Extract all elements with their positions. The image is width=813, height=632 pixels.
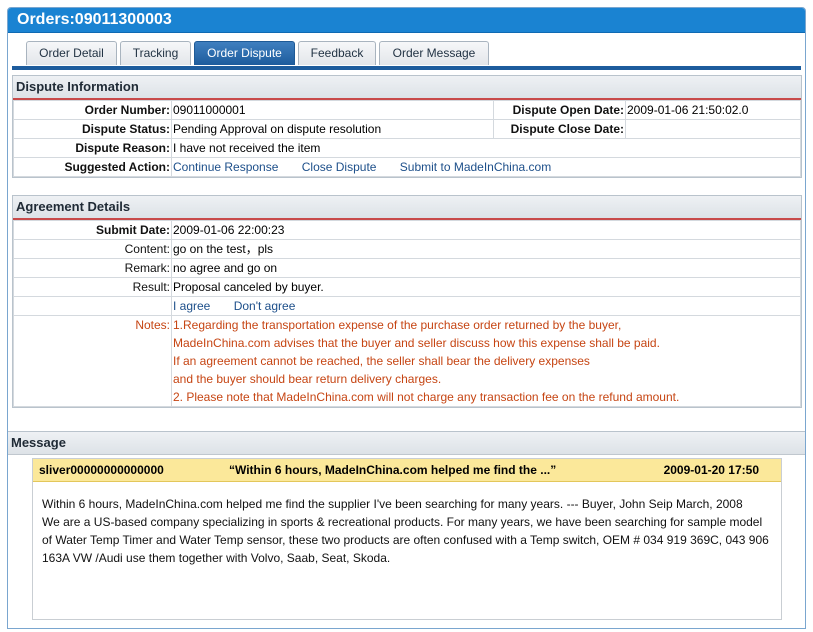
message-panel: Message sliver00000000000000 “Within 6 h… (8, 431, 805, 632)
dispute-reason-label: Dispute Reason: (13, 138, 172, 158)
continue-response-link[interactable]: Continue Response (173, 160, 278, 174)
dispute-information-heading: Dispute Information (13, 76, 801, 100)
message-sender: sliver00000000000000 (39, 463, 164, 477)
table-row: Content: go on the test，pls (13, 239, 801, 259)
table-row: Result: Proposal canceled by buyer. (13, 277, 801, 297)
remark-value: no agree and go on (171, 258, 801, 278)
dispute-open-date-value: 2009-01-06 21:50:02.0 (625, 100, 801, 120)
orders-window: Orders:09011300003 Order Detail Tracking… (7, 7, 806, 629)
table-row: Order Number: 09011000001 Dispute Open D… (13, 100, 801, 120)
table-row: I agree Don't agree (13, 296, 801, 316)
tab-feedback[interactable]: Feedback (298, 41, 376, 65)
dispute-reason-value: I have not received the item (171, 138, 801, 158)
result-label: Result: (13, 277, 172, 297)
dispute-close-date-label: Dispute Close Date: (493, 119, 626, 139)
table-row: Suggested Action: Continue Response Clos… (13, 157, 801, 177)
dispute-table: Order Number: 09011000001 Dispute Open D… (13, 100, 801, 177)
remark-label: Remark: (13, 258, 172, 278)
message-item: sliver00000000000000 “Within 6 hours, Ma… (32, 458, 782, 620)
table-row: Dispute Reason: I have not received the … (13, 138, 801, 158)
note-line: and the buyer should bear return deliver… (173, 372, 442, 386)
message-paragraph: Within 6 hours, MadeInChina.com helped m… (42, 497, 743, 511)
agreement-table: Submit Date: 2009-01-06 22:00:23 Content… (13, 220, 801, 407)
i-agree-link[interactable]: I agree (173, 299, 210, 313)
message-body: Within 6 hours, MadeInChina.com helped m… (33, 482, 781, 567)
dispute-information-panel: Dispute Information Order Number: 090110… (12, 75, 802, 178)
tab-tracking[interactable]: Tracking (120, 41, 191, 65)
message-heading: Message (8, 432, 805, 455)
tab-order-message[interactable]: Order Message (379, 41, 489, 65)
message-subject: “Within 6 hours, MadeInChina.com helped … (229, 463, 557, 477)
agreement-details-heading: Agreement Details (13, 196, 801, 220)
submit-to-madeinchina-link[interactable]: Submit to MadeInChina.com (400, 160, 551, 174)
page-title: Orders:09011300003 (8, 8, 805, 33)
submit-date-label: Submit Date: (13, 220, 172, 240)
dispute-status-value: Pending Approval on dispute resolution (171, 119, 494, 139)
note-line: MadeInChina.com advises that the buyer a… (173, 336, 660, 350)
tab-bar: Order Detail Tracking Order Dispute Feed… (26, 41, 492, 66)
dispute-close-date-value (625, 119, 801, 139)
empty-cell (13, 296, 172, 316)
tab-underline (12, 66, 801, 70)
content-value: go on the test，pls (171, 239, 801, 259)
agreement-actions: I agree Don't agree (171, 296, 801, 316)
order-number-value: 09011000001 (171, 100, 494, 120)
tab-order-dispute[interactable]: Order Dispute (194, 41, 295, 65)
message-header-bar: sliver00000000000000 “Within 6 hours, Ma… (33, 459, 781, 482)
tab-order-detail[interactable]: Order Detail (26, 41, 117, 65)
notes-value: 1.Regarding the transportation expense o… (171, 315, 801, 407)
note-line: If an agreement cannot be reached, the s… (173, 354, 590, 368)
dispute-open-date-label: Dispute Open Date: (493, 100, 626, 120)
suggested-actions: Continue Response Close Dispute Submit t… (171, 157, 801, 177)
message-date: 2009-01-20 17:50 (663, 463, 759, 477)
note-line: 2. Please note that MadeInChina.com will… (173, 390, 680, 404)
note-line: 1.Regarding the transportation expense o… (173, 318, 622, 332)
table-row: Submit Date: 2009-01-06 22:00:23 (13, 220, 801, 240)
close-dispute-link[interactable]: Close Dispute (302, 160, 377, 174)
suggested-action-label: Suggested Action: (13, 157, 172, 177)
submit-date-value: 2009-01-06 22:00:23 (171, 220, 801, 240)
message-paragraph: We are a US-based company specializing i… (42, 515, 769, 565)
content-label: Content: (13, 239, 172, 259)
order-number-label: Order Number: (13, 100, 172, 120)
table-row: Dispute Status: Pending Approval on disp… (13, 119, 801, 139)
dont-agree-link[interactable]: Don't agree (234, 299, 296, 313)
dispute-status-label: Dispute Status: (13, 119, 172, 139)
notes-label: Notes: (13, 315, 172, 407)
agreement-details-panel: Agreement Details Submit Date: 2009-01-0… (12, 195, 802, 408)
table-row: Notes: 1.Regarding the transportation ex… (13, 315, 801, 407)
table-row: Remark: no agree and go on (13, 258, 801, 278)
result-value: Proposal canceled by buyer. (171, 277, 801, 297)
